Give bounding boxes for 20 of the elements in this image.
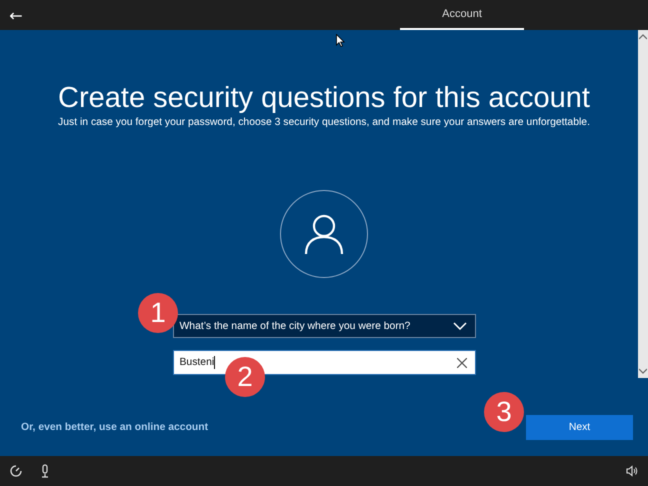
question-dropdown[interactable]: What’s the name of the city where you were born? [172, 314, 476, 338]
step-number-badge: 3 [484, 392, 524, 432]
next-button[interactable]: Next [526, 415, 633, 440]
header-tab[interactable]: Account [400, 0, 524, 30]
speaker-icon[interactable] [626, 465, 638, 477]
page-subtitle: Just in case you forget your password, choose 3 security questions, and make sure your answers are unforgettable. [58, 116, 590, 130]
step-number-badge: 1 [138, 293, 178, 333]
scroll-down-icon[interactable] [639, 368, 647, 374]
page-title: Create security questions for this account [58, 81, 590, 116]
user-avatar-icon [280, 190, 368, 278]
microphone-icon[interactable] [40, 464, 50, 478]
step-number-badge: 2 [225, 357, 265, 397]
scrollbar[interactable] [638, 30, 648, 378]
chevron-icon [452, 322, 466, 330]
mouse-pointer-icon [336, 34, 345, 47]
back-button[interactable]: ← [0, 0, 32, 30]
clear-icon[interactable] [456, 358, 466, 368]
ease-of-access-icon[interactable] [10, 465, 22, 477]
scroll-up-icon[interactable] [639, 34, 647, 40]
online-account-link[interactable]: Or, even better, use an online account [21, 422, 208, 433]
